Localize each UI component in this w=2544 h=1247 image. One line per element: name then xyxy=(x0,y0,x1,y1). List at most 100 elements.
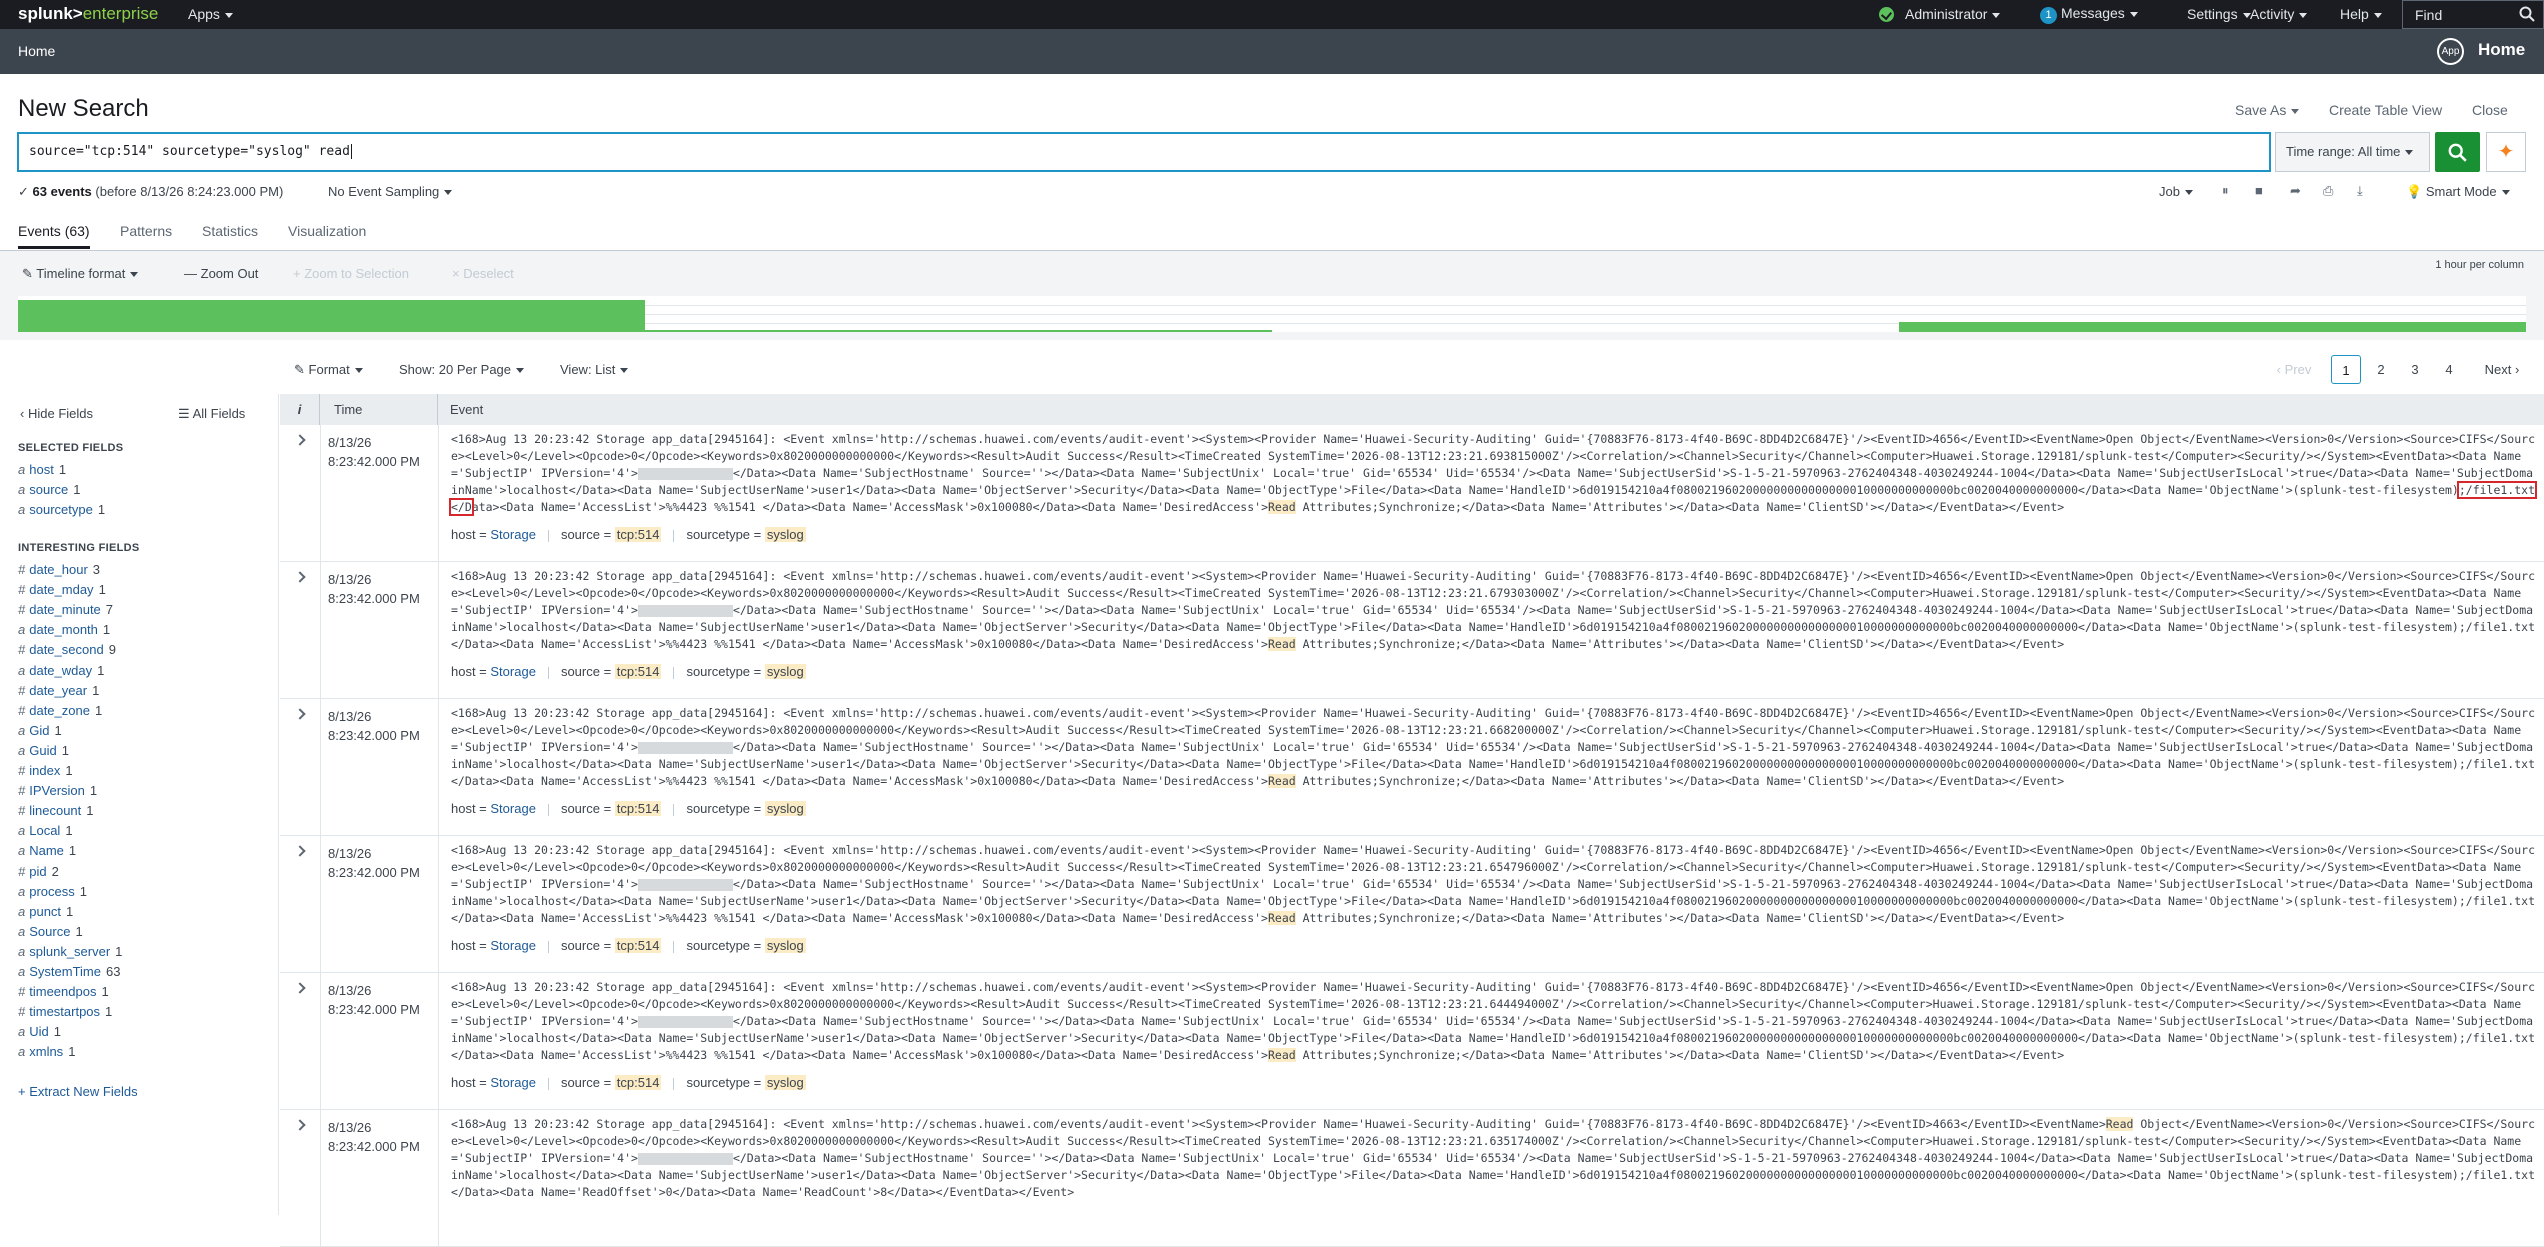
find-input[interactable]: Find xyxy=(2402,0,2544,29)
field-value-host[interactable]: Storage xyxy=(490,938,536,953)
field-value-host[interactable]: Storage xyxy=(490,664,536,679)
event-raw-text[interactable]: <168>Aug 13 20:23:42 Storage app_data[29… xyxy=(451,568,2537,653)
field-value-sourcetype[interactable]: syslog xyxy=(764,1075,806,1090)
field-item-name[interactable]: a Name 1 xyxy=(18,843,76,858)
field-item-systemtime[interactable]: a SystemTime 63 xyxy=(18,964,120,979)
home-nav-link[interactable]: Home xyxy=(18,43,55,59)
activity-menu[interactable]: Activity xyxy=(2250,6,2308,22)
field-value-sourcetype[interactable]: syslog xyxy=(764,527,806,542)
event-raw-text[interactable]: <168>Aug 13 20:23:42 Storage app_data[29… xyxy=(448,431,2538,516)
field-value-source[interactable]: tcp:514 xyxy=(614,1075,662,1090)
field-item-ipversion[interactable]: # IPVersion 1 xyxy=(18,783,97,798)
pause-icon[interactable]: ⏸ xyxy=(2222,183,2229,199)
field-item-date-zone[interactable]: # date_zone 1 xyxy=(18,703,102,718)
ai-assistant-sparkle-icon[interactable]: ✦ xyxy=(2486,132,2526,172)
field-item-host[interactable]: a host 1 xyxy=(18,462,66,477)
field-value-host[interactable]: Storage xyxy=(490,527,536,542)
page-1-button[interactable]: 1 xyxy=(2331,355,2361,384)
expand-chevron-icon[interactable] xyxy=(294,1119,306,1131)
event-raw-text[interactable]: <168>Aug 13 20:23:42 Storage app_data[29… xyxy=(451,979,2537,1064)
format-menu[interactable]: ✎ Format xyxy=(294,362,363,378)
expand-chevron-icon[interactable] xyxy=(294,708,306,720)
field-item-date-second[interactable]: # date_second 9 xyxy=(18,642,116,657)
expand-chevron-icon[interactable] xyxy=(294,845,306,857)
per-page-menu[interactable]: Show: 20 Per Page xyxy=(399,362,525,377)
field-value-sourcetype[interactable]: syslog xyxy=(764,938,806,953)
search-mode-menu[interactable]: 💡 Smart Mode xyxy=(2406,184,2510,200)
tab-events[interactable]: Events (63) xyxy=(18,223,90,249)
tab-statistics[interactable]: Statistics xyxy=(202,223,258,239)
field-value-source[interactable]: tcp:514 xyxy=(614,527,662,542)
health-status-icon[interactable] xyxy=(1879,7,1894,22)
page-4-button[interactable]: 4 xyxy=(2434,355,2464,384)
field-item-process[interactable]: a process 1 xyxy=(18,884,87,899)
field-item-punct[interactable]: a punct 1 xyxy=(18,904,73,919)
app-icon[interactable]: App xyxy=(2437,38,2464,65)
timeline-bar[interactable] xyxy=(18,300,645,332)
prev-page-button[interactable]: ‹ Prev xyxy=(2270,355,2318,384)
field-item-source[interactable]: a source 1 xyxy=(18,482,81,497)
search-icon[interactable] xyxy=(2519,6,2535,22)
create-table-view-button[interactable]: Create Table View xyxy=(2329,102,2442,118)
expand-chevron-icon[interactable] xyxy=(294,434,306,446)
field-item-date-mday[interactable]: # date_mday 1 xyxy=(18,582,106,597)
timeline-chart[interactable] xyxy=(18,296,2526,332)
next-page-button[interactable]: Next › xyxy=(2476,355,2528,384)
field-item-uid[interactable]: a Uid 1 xyxy=(18,1024,61,1039)
field-value-host[interactable]: Storage xyxy=(490,801,536,816)
time-column-header[interactable]: Time xyxy=(320,394,438,425)
event-raw-text[interactable]: <168>Aug 13 20:23:42 Storage app_data[29… xyxy=(451,842,2537,927)
page-3-button[interactable]: 3 xyxy=(2400,355,2430,384)
field-item-date-hour[interactable]: # date_hour 3 xyxy=(18,562,100,577)
extract-new-fields-link[interactable]: + Extract New Fields xyxy=(18,1084,138,1099)
print-icon[interactable]: ⎙ xyxy=(2323,183,2333,199)
field-item-date-year[interactable]: # date_year 1 xyxy=(18,683,99,698)
hide-fields-button[interactable]: ‹ Hide Fields xyxy=(20,406,93,421)
all-fields-button[interactable]: ☰ All Fields xyxy=(178,406,245,422)
field-item-date-month[interactable]: a date_month 1 xyxy=(18,622,110,637)
field-value-sourcetype[interactable]: syslog xyxy=(764,664,806,679)
help-menu[interactable]: Help xyxy=(2340,6,2382,22)
field-value-source[interactable]: tcp:514 xyxy=(614,801,662,816)
apps-menu[interactable]: Apps xyxy=(188,6,233,22)
field-item-date-minute[interactable]: # date_minute 7 xyxy=(18,602,113,617)
close-button[interactable]: Close xyxy=(2472,102,2508,118)
event-raw-text[interactable]: <168>Aug 13 20:23:42 Storage app_data[29… xyxy=(451,705,2537,790)
timeline-bar[interactable] xyxy=(645,330,1272,332)
settings-menu[interactable]: Settings xyxy=(2187,6,2251,22)
tab-patterns[interactable]: Patterns xyxy=(120,223,172,239)
view-menu[interactable]: View: List xyxy=(560,362,629,377)
administrator-menu[interactable]: Administrator xyxy=(1905,6,2001,22)
field-value-source[interactable]: tcp:514 xyxy=(614,664,662,679)
field-value-source[interactable]: tcp:514 xyxy=(614,938,662,953)
field-item-sourcetype[interactable]: a sourcetype 1 xyxy=(18,502,105,517)
share-icon[interactable]: ➦ xyxy=(2290,183,2301,199)
job-menu[interactable]: Job xyxy=(2159,184,2193,199)
search-query-input[interactable]: source="tcp:514" sourcetype="syslog" rea… xyxy=(17,132,2271,172)
time-range-picker[interactable]: Time range: All time xyxy=(2275,132,2430,172)
field-value-host[interactable]: Storage xyxy=(490,1075,536,1090)
splunk-logo[interactable]: splunk>enterprise xyxy=(18,4,158,24)
field-value-sourcetype[interactable]: syslog xyxy=(764,801,806,816)
field-item-gid[interactable]: a Gid 1 xyxy=(18,723,62,738)
event-raw-text[interactable]: <168>Aug 13 20:23:42 Storage app_data[29… xyxy=(451,1116,2537,1201)
field-item-xmlns[interactable]: a xmlns 1 xyxy=(18,1044,75,1059)
field-item-date-wday[interactable]: a date_wday 1 xyxy=(18,663,104,678)
expand-chevron-icon[interactable] xyxy=(294,982,306,994)
page-2-button[interactable]: 2 xyxy=(2366,355,2396,384)
timeline-format-menu[interactable]: ✎ Timeline format xyxy=(22,266,139,282)
field-item-splunk-server[interactable]: a splunk_server 1 xyxy=(18,944,122,959)
field-item-pid[interactable]: # pid 2 xyxy=(18,864,59,879)
field-item-linecount[interactable]: # linecount 1 xyxy=(18,803,94,818)
zoom-to-selection-button[interactable]: + Zoom to Selection xyxy=(293,266,409,281)
deselect-button[interactable]: × Deselect xyxy=(452,266,514,281)
messages-menu[interactable]: 1 Messages xyxy=(2040,5,2138,24)
save-as-menu[interactable]: Save As xyxy=(2235,102,2300,118)
field-item-timestartpos[interactable]: # timestartpos 1 xyxy=(18,1004,112,1019)
expand-chevron-icon[interactable] xyxy=(294,571,306,583)
field-item-guid[interactable]: a Guid 1 xyxy=(18,743,69,758)
field-item-index[interactable]: # index 1 xyxy=(18,763,73,778)
tab-visualization[interactable]: Visualization xyxy=(288,223,366,239)
field-item-local[interactable]: a Local 1 xyxy=(18,823,73,838)
event-sampling-menu[interactable]: No Event Sampling xyxy=(328,184,453,199)
